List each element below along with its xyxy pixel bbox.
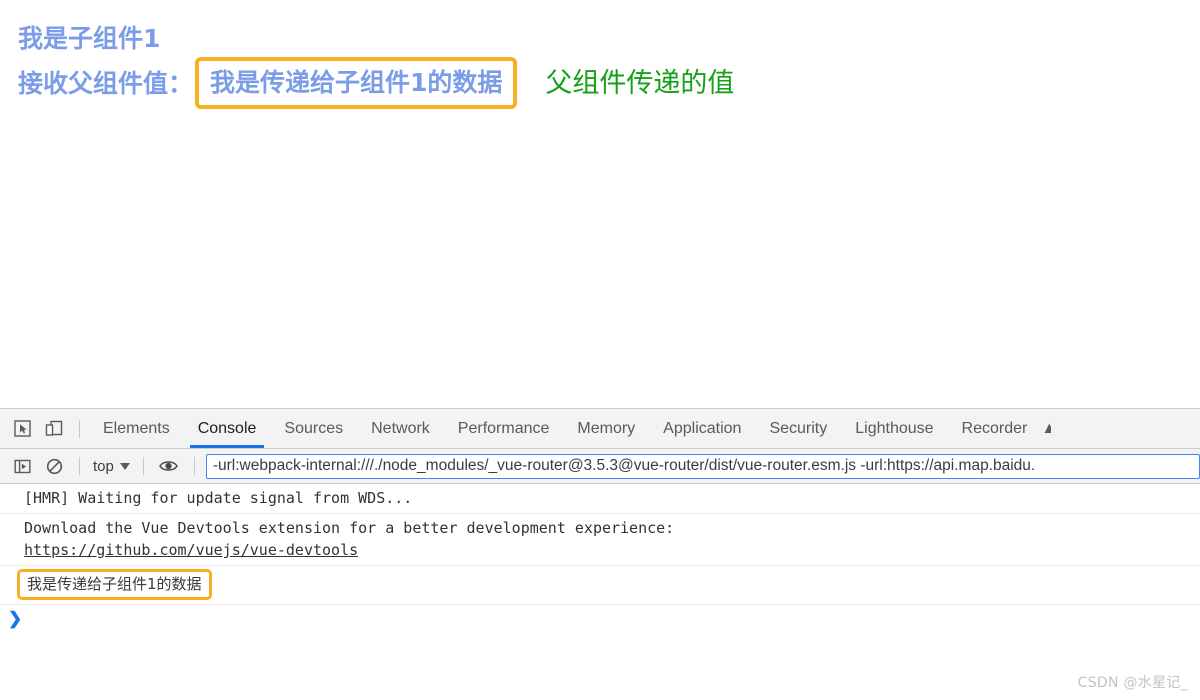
console-row-vue-devtools[interactable]: Download the Vue Devtools extension for … xyxy=(0,514,1200,566)
tab-application[interactable]: Application xyxy=(649,409,755,448)
prop-value-highlight-box: 我是传递给子组件1的数据 xyxy=(195,57,518,109)
chevron-down-icon xyxy=(119,462,130,470)
vue-devtools-link[interactable]: https://github.com/vuejs/vue-devtools xyxy=(24,541,358,559)
tab-sources[interactable]: Sources xyxy=(270,409,357,448)
page-viewport: 我是子组件1 接收父组件值： 我是传递给子组件1的数据 父组件传递的值 xyxy=(0,0,1200,408)
tab-network[interactable]: Network xyxy=(357,409,444,448)
console-message-list: [HMR] Waiting for update signal from WDS… xyxy=(0,484,1200,635)
child-component-1: 我是子组件1 接收父组件值： 我是传递给子组件1的数据 父组件传递的值 xyxy=(18,22,1178,109)
tab-security[interactable]: Security xyxy=(755,409,841,448)
filterbar-divider-2 xyxy=(142,457,144,475)
console-message-text: Download the Vue Devtools extension for … xyxy=(24,519,675,537)
devtools-panel: Elements Console Sources Network Perform… xyxy=(0,408,1200,700)
prop-display-line: 接收父组件值： 我是传递给子组件1的数据 父组件传递的值 xyxy=(18,57,1178,109)
tab-console[interactable]: Console xyxy=(184,409,271,448)
inspect-element-icon[interactable] xyxy=(8,415,36,443)
tab-elements[interactable]: Elements xyxy=(89,409,184,448)
tab-overflow-indicator[interactable]: ▲ xyxy=(1041,409,1051,448)
console-row-logged-prop[interactable]: 我是传递给子组件1的数据 xyxy=(0,566,1200,605)
prompt-caret-icon: ❯ xyxy=(8,609,23,628)
devtools-tabbar: Elements Console Sources Network Perform… xyxy=(0,409,1200,449)
console-context-label: top xyxy=(93,457,114,475)
prop-label: 接收父组件值： xyxy=(18,68,194,98)
annotation-parent-passed-value: 父组件传递的值 xyxy=(545,67,735,99)
console-sidebar-icon[interactable] xyxy=(8,452,36,480)
console-row-hmr[interactable]: [HMR] Waiting for update signal from WDS… xyxy=(0,484,1200,514)
console-filter-toolbar: top xyxy=(0,449,1200,484)
tab-memory[interactable]: Memory xyxy=(563,409,649,448)
console-input-prompt[interactable]: ❯ xyxy=(0,605,1200,635)
tab-recorder[interactable]: Recorder xyxy=(948,409,1042,448)
console-context-selector[interactable]: top xyxy=(89,458,134,475)
device-toolbar-icon[interactable] xyxy=(40,415,68,443)
tab-performance[interactable]: Performance xyxy=(444,409,564,448)
screenshot-root: 我是子组件1 接收父组件值： 我是传递给子组件1的数据 父组件传递的值 Elem… xyxy=(0,0,1200,700)
clear-console-icon[interactable] xyxy=(40,452,68,480)
filterbar-divider-1 xyxy=(79,457,80,475)
live-expression-icon[interactable] xyxy=(155,452,183,480)
watermark: CSDN @水星记_ xyxy=(1077,675,1188,691)
child-component-title: 我是子组件1 xyxy=(18,24,161,53)
tab-lighthouse[interactable]: Lighthouse xyxy=(841,409,947,448)
console-message-text: [HMR] Waiting for update signal from WDS… xyxy=(24,489,413,507)
filterbar-divider-3 xyxy=(193,457,195,475)
console-logged-value-highlight: 我是传递给子组件1的数据 xyxy=(17,569,212,600)
toolbar-divider xyxy=(79,419,80,438)
console-filter-input[interactable] xyxy=(205,453,1200,479)
prop-value-text: 我是传递给子组件1的数据 xyxy=(210,67,503,97)
